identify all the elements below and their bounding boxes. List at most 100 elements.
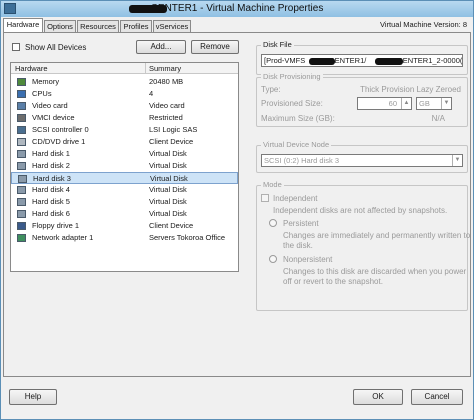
size-unit-select[interactable]: GB ▼ [416,97,452,110]
hard-disk-icon [17,162,26,170]
mode-title: Mode [261,180,284,189]
virtual-device-node-title: Virtual Device Node [261,140,332,149]
hard-disk-icon [17,198,26,206]
nonpersistent-label: Nonpersistent [283,255,333,264]
chevron-down-icon[interactable]: ▼ [441,98,451,109]
table-row[interactable]: Hard disk 4 Virtual Disk [11,184,238,196]
title-bar[interactable]: CENTER1 - Virtual Machine Properties [1,1,473,17]
remove-device-button[interactable]: Remove [191,40,239,54]
tab-resources[interactable]: Resources [77,20,119,32]
memory-icon [17,78,26,86]
redaction-mark [375,58,403,65]
row-summary: Servers Tokoroa Office [149,233,226,242]
row-hardware-name: Video card [32,101,68,110]
independent-label: Independent [273,194,318,203]
row-summary: Virtual Disk [150,174,188,183]
table-header: Hardware Summary [11,63,238,74]
row-summary: Virtual Disk [149,185,187,194]
table-row[interactable]: Hard disk 3 Virtual Disk [11,172,238,184]
chevron-down-icon[interactable]: ▼ [452,155,462,166]
row-hardware-name: Hard disk 3 [33,174,71,183]
nonpersistent-description: Changes to this disk are discarded when … [283,267,467,276]
persistent-description: Changes are immediately and permanently … [283,231,471,240]
floppy-icon [17,222,26,230]
row-summary: Virtual Disk [149,149,187,158]
disk-file-title: Disk File [261,40,294,49]
table-row[interactable]: Hard disk 2 Virtual Disk [11,160,238,172]
tab-profiles[interactable]: Profiles [120,20,152,32]
row-summary: Virtual Disk [149,209,187,218]
provisioned-size-value: 60 [388,99,397,108]
maximum-size-value: N/A [431,114,445,123]
table-row[interactable]: Memory 20480 MB [11,76,238,88]
row-hardware-name: Hard disk 1 [32,149,70,158]
provisioned-size-input[interactable]: 60 ▲ [357,97,412,110]
table-row[interactable]: Hard disk 1 Virtual Disk [11,148,238,160]
row-summary: Client Device [149,221,194,230]
provisioned-size-label: Provisioned Size: [261,99,323,108]
table-row[interactable]: Video card Video card [11,100,238,112]
row-hardware-name: Hard disk 2 [32,161,70,170]
show-all-devices-checkbox[interactable] [12,43,20,51]
row-hardware-name: Memory [32,77,60,86]
tab-vservices[interactable]: vServices [153,20,191,32]
table-row[interactable]: Network adapter 1 Servers Tokoroa Office [11,232,238,244]
table-row[interactable]: Floppy drive 1 Client Device [11,220,238,232]
maximum-size-label: Maximum Size (GB): [261,114,335,123]
summary-column-header[interactable]: Summary [149,64,181,73]
vm-version-label: Virtual Machine Version: 8 [380,20,467,29]
show-all-devices-label: Show All Devices [25,43,87,52]
tab-options[interactable]: Options [44,20,76,32]
independent-checkbox[interactable] [261,194,269,202]
persistent-radio[interactable] [269,219,277,227]
row-hardware-name: SCSI controller 0 [32,125,89,134]
add-device-button[interactable]: Add... [136,40,186,54]
hardware-column-header[interactable]: Hardware [15,64,48,73]
scsi-controller-icon [17,126,26,134]
nonpersistent-description-cont: off or revert to the snapshot. [283,277,383,286]
tab-hardware[interactable]: Hardware [3,18,43,32]
table-row[interactable]: CPUs 4 [11,88,238,100]
row-hardware-name: Hard disk 6 [32,209,70,218]
row-hardware-name: Floppy drive 1 [32,221,80,230]
virtual-device-node-select[interactable]: SCSI (0:2) Hard disk 3 ▼ [261,154,463,167]
ok-button[interactable]: OK [353,389,403,405]
row-summary: Virtual Disk [149,161,187,170]
virtual-device-node-value: SCSI (0:2) Hard disk 3 [264,156,340,165]
disk-file-group: Disk File [Prod-VMFS CENTER1/VCENTER1_2-0… [256,40,468,75]
cpu-icon [17,90,26,98]
row-summary: Client Device [149,137,194,146]
disk-file-path-start: [Prod-VMFS [264,56,306,65]
hard-disk-icon [17,150,26,158]
disk-file-path: [Prod-VMFS CENTER1/VCENTER1_2-0000( [261,54,463,67]
size-unit-value: GB [419,99,430,108]
vm-properties-window: CENTER1 - Virtual Machine Properties Har… [0,0,474,420]
table-row[interactable]: Hard disk 5 Virtual Disk [11,196,238,208]
row-hardware-name: Hard disk 4 [32,185,70,194]
video-card-icon [17,102,26,110]
cd-dvd-icon [17,138,26,146]
cancel-button[interactable]: Cancel [411,389,463,405]
table-row[interactable]: CD/DVD drive 1 Client Device [11,136,238,148]
independent-description: Independent disks are not affected by sn… [273,206,448,215]
help-button[interactable]: Help [9,389,57,405]
disk-provisioning-group: Disk Provisioning Type: Thick Provision … [256,72,468,127]
row-summary: Video card [149,101,185,110]
table-row[interactable]: Hard disk 6 Virtual Disk [11,208,238,220]
row-hardware-name: Hard disk 5 [32,197,70,206]
mode-group: Mode Independent Independent disks are n… [256,180,471,311]
nonpersistent-radio[interactable] [269,255,277,263]
persistent-description-cont: the disk. [283,241,313,250]
persistent-label: Persistent [283,219,319,228]
spinner-arrows-icon[interactable]: ▲ [401,98,411,109]
row-summary: 4 [149,89,154,98]
redaction-mark [129,5,167,13]
hard-disk-icon [17,186,26,194]
table-row[interactable]: VMCI device Restricted [11,112,238,124]
redaction-mark [309,58,335,65]
table-row[interactable]: SCSI controller 0 LSI Logic SAS [11,124,238,136]
row-hardware-name: CD/DVD drive 1 [32,137,86,146]
row-summary: LSI Logic SAS [149,125,198,134]
vmci-icon [17,114,26,122]
hard-disk-icon [18,175,27,183]
